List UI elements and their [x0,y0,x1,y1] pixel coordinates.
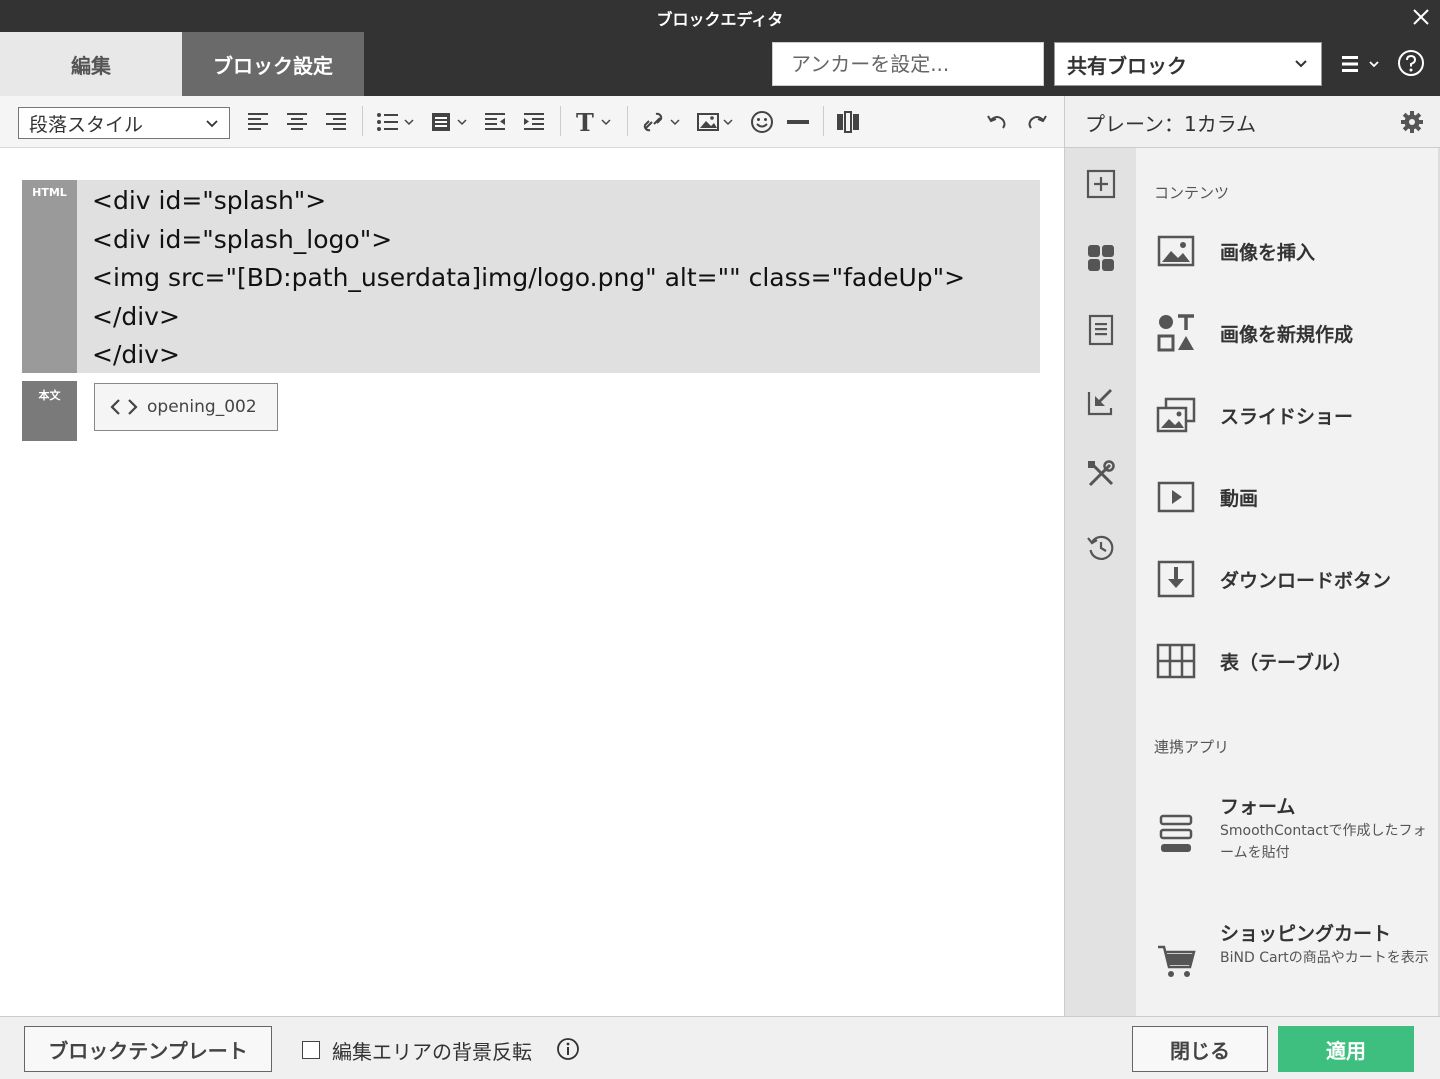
panel-item-description: SmoothContactで作成したフォームを貼付 [1220,823,1427,861]
parts-grid-icon[interactable] [1085,242,1117,274]
table-icon [1156,643,1196,679]
chevron-down-icon [206,120,218,128]
toolbar-divider [627,106,628,136]
editor-toolbar: 段落スタイル T [0,96,1064,148]
outdent-icon[interactable] [483,108,507,136]
redo-icon[interactable] [1025,108,1049,136]
svg-text:T: T [576,108,594,136]
align-right-icon[interactable] [324,108,348,136]
undo-icon[interactable] [985,108,1009,136]
align-center-icon[interactable] [285,108,309,136]
align-left-icon[interactable] [246,108,270,136]
title-bar: ブロックエディタ [0,0,1440,32]
emoji-icon[interactable] [749,108,775,136]
video-icon [1157,481,1195,513]
section-title-apps: 連携アプリ [1154,738,1230,756]
indent-icon[interactable] [522,108,546,136]
panel-item-description: BiND Cartの商品やカートを表示 [1220,950,1429,966]
chevron-down-icon [1295,60,1307,68]
text-style-icon[interactable]: T [574,108,616,136]
panel-item-insert-image[interactable]: 画像を挿入 [1136,216,1438,286]
add-block-icon[interactable] [1085,168,1117,200]
panel-header: プレーン：1カラム [1064,96,1440,148]
html-tag-label: HTML [22,180,77,373]
panel-item-label: 表（テーブル） [1220,652,1352,674]
download-icon [1157,560,1195,598]
shared-block-label: 共有ブロック [1067,53,1187,78]
column-icon[interactable] [836,108,860,136]
image-icon [1157,235,1195,267]
gear-icon[interactable] [1400,110,1424,134]
shapes-icon [1157,314,1194,352]
history-icon[interactable] [1085,532,1117,564]
panel-item-label: フォーム [1220,796,1296,818]
cart-icon [1158,945,1196,977]
close-button[interactable]: 閉じる [1132,1026,1268,1072]
panel-item-label: スライドショー [1220,406,1354,428]
panel-item-slideshow[interactable]: スライドショー [1136,380,1438,450]
footer-bar: ブロックテンプレート 編集エリアの背景反転 閉じる 適用 [0,1016,1440,1079]
panel-item-label: ダウンロードボタン [1220,570,1392,592]
part-button-opening[interactable]: opening_002 [94,383,278,431]
menu-icon[interactable] [1338,50,1382,78]
panel-content-list: コンテンツ 画像を挿入 画像を新規作成 スライドショー 動画 ダウンロードボタン… [1136,148,1440,1016]
form-icon [1159,814,1193,852]
html-code[interactable]: <div id="splash"> <div id="splash_logo">… [92,182,965,375]
panel-item-table[interactable]: 表（テーブル） [1136,626,1438,696]
horizontal-rule-icon[interactable] [786,108,810,136]
editor-area[interactable]: HTML <div id="splash"> <div id="splash_l… [0,148,1064,1016]
help-icon[interactable] [1396,48,1426,78]
shared-block-select[interactable]: 共有ブロック [1054,42,1322,86]
list-icon[interactable] [375,108,417,136]
info-icon[interactable] [556,1037,580,1061]
panel-item-form[interactable]: フォーム SmoothContactで作成したフォームを貼付 [1136,792,1438,892]
panel-item-shopping-cart[interactable]: ショッピングカート BiND Cartの商品やカートを表示 [1136,919,1438,1016]
panel-item-create-image[interactable]: 画像を新規作成 [1136,298,1438,368]
panel-title: プレーン：1カラム [1085,112,1257,136]
tab-edit[interactable]: 編集 [0,32,182,96]
header-bar: 編集 ブロック設定 共有ブロック [0,32,1440,96]
panel-item-label: 画像を新規作成 [1220,324,1354,346]
apply-button[interactable]: 適用 [1278,1026,1414,1072]
slideshow-icon [1156,397,1196,433]
html-block[interactable]: HTML <div id="splash"> <div id="splash_l… [22,180,1040,373]
panel-item-video[interactable]: 動画 [1136,462,1438,532]
panel-item-label: 画像を挿入 [1220,242,1316,264]
link-icon[interactable] [642,108,684,136]
toolbar-divider [560,106,561,136]
insert-image-icon[interactable] [696,108,738,136]
paragraph-style-select[interactable]: 段落スタイル [18,107,230,139]
paragraph-style-label: 段落スタイル [29,113,144,136]
anchor-input[interactable] [772,42,1044,86]
invert-background-checkbox[interactable] [302,1041,320,1059]
part-label: opening_002 [147,397,257,417]
panel-item-label: ショッピングカート [1220,923,1392,945]
panel-rail [1064,148,1136,1016]
code-icon [110,399,138,415]
window-title: ブロックエディタ [656,10,784,29]
block-format-icon[interactable] [430,108,472,136]
tab-block-settings[interactable]: ブロック設定 [182,32,364,96]
import-icon[interactable] [1085,386,1117,418]
panel-item-label: 動画 [1220,488,1259,510]
section-title-contents: コンテンツ [1154,184,1230,202]
invert-background-label: 編集エリアの背景反転 [332,1040,532,1064]
toolbar-divider [362,106,363,136]
toolbar-divider [823,106,824,136]
block-template-button[interactable]: ブロックテンプレート [24,1026,272,1072]
tools-icon[interactable] [1085,458,1117,490]
panel-item-download-button[interactable]: ダウンロードボタン [1136,544,1438,614]
body-tag-label: 本文 [22,381,77,441]
close-icon[interactable] [1408,4,1434,30]
document-icon[interactable] [1085,314,1117,346]
